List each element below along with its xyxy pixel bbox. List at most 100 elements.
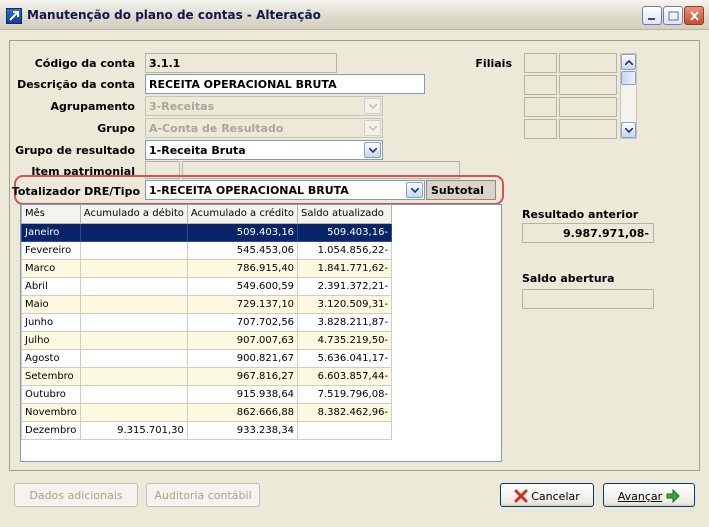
cell-debito [79, 402, 188, 422]
table-row[interactable]: Janeiro 509.403,16 509.403,16- [21, 222, 393, 242]
table-row[interactable]: Maio 729.137,10 3.120.509,31- [21, 294, 393, 314]
grupo-label: Grupo [97, 122, 135, 135]
cell-saldo: 8.382.462,96- [297, 402, 393, 422]
cell-credito: 900.821,67 [186, 348, 299, 368]
descricao-label: Descrição da conta [17, 78, 135, 91]
filial-name-2 [559, 75, 617, 95]
resultado-anterior-label: Resultado anterior [522, 208, 639, 221]
close-button[interactable] [684, 6, 704, 25]
filial-code-2 [524, 75, 557, 95]
app-icon [6, 8, 22, 24]
cell-credito: 862.666,88 [186, 402, 299, 422]
cell-credito: 967.816,27 [186, 366, 299, 386]
codigo-field: 3.1.1 [145, 53, 337, 73]
totalizador-value: 1-RECEITA OPERACIONAL BRUTA [149, 184, 349, 197]
minimize-button[interactable] [642, 6, 662, 25]
grupo-dropdown-icon [364, 120, 381, 136]
table-row[interactable]: Dezembro 9.315.701,30 933.238,34 [21, 420, 393, 440]
cell-mes: Dezembro [21, 420, 81, 440]
dados-adicionais-button[interactable]: Dados adicionais [14, 483, 138, 507]
cell-debito [79, 276, 188, 296]
cell-saldo: 4.735.219,50- [297, 330, 393, 350]
cell-credito: 933.238,34 [186, 420, 299, 440]
table-row[interactable]: Marco 786.915,40 1.841.771,62- [21, 258, 393, 278]
table-row[interactable]: Fevereiro 545.453,06 1.054.856,22- [21, 240, 393, 260]
cell-debito [79, 222, 188, 242]
filiais-label: Filiais [475, 57, 512, 70]
agrupamento-label: Agrupamento [50, 100, 135, 113]
totalizador-label: Totalizador DRE/Tipo [11, 185, 140, 198]
cell-credito: 907.007,63 [186, 330, 299, 350]
grupo-select: A-Conta de Resultado [145, 118, 383, 138]
avancar-button[interactable]: Avançar [603, 483, 695, 507]
auditoria-button[interactable]: Auditoria contábil [146, 483, 260, 507]
resultado-anterior-field: 9.987.971,08- [522, 223, 654, 243]
window-title: Manutenção do plano de contas - Alteraçã… [27, 8, 321, 22]
cancel-icon [514, 489, 528, 503]
table-row[interactable]: Junho 707.702,56 3.828.211,87- [21, 312, 393, 332]
maximize-button[interactable] [663, 6, 683, 25]
header-mes[interactable]: Mês [21, 205, 81, 224]
cell-mes: Setembro [21, 366, 81, 386]
cell-mes: Marco [21, 258, 81, 278]
totalizador-tipo: Subtotal [426, 180, 496, 200]
cell-debito [79, 330, 188, 350]
agrupamento-value: 3-Receitas [149, 100, 215, 113]
scroll-thumb[interactable] [621, 71, 636, 85]
cell-mes: Fevereiro [21, 240, 81, 260]
cell-credito: 915.938,64 [186, 384, 299, 404]
table-row[interactable]: Julho 907.007,63 4.735.219,50- [21, 330, 393, 350]
cell-saldo: 7.519.796,08- [297, 384, 393, 404]
cell-credito: 729.137,10 [186, 294, 299, 314]
saldo-abertura-label: Saldo abertura [522, 272, 615, 285]
title-bar: Manutenção do plano de contas - Alteraçã… [0, 0, 709, 30]
table-row[interactable]: Setembro 967.816,27 6.603.857,44- [21, 366, 393, 386]
cell-credito: 545.453,06 [186, 240, 299, 260]
cancelar-label: Cancelar [531, 490, 580, 503]
grupo-resultado-label: Grupo de resultado [15, 144, 135, 157]
filiais-scrollbar[interactable] [620, 53, 637, 139]
cell-debito: 9.315.701,30 [79, 420, 188, 440]
header-credito[interactable]: Acumulado a crédito [186, 205, 299, 224]
cell-saldo: 3.120.509,31- [297, 294, 393, 314]
cell-mes: Abril [21, 276, 81, 296]
filial-code-3 [524, 97, 557, 117]
table-row[interactable]: Novembro 862.666,88 8.382.462,96- [21, 402, 393, 422]
cell-debito [79, 240, 188, 260]
descricao-input[interactable]: RECEITA OPERACIONAL BRUTA [145, 74, 425, 94]
cell-saldo: 1.054.856,22- [297, 240, 393, 260]
grupo-resultado-select[interactable]: 1-Receita Bruta [145, 140, 383, 160]
grupo-resultado-value: 1-Receita Bruta [149, 144, 246, 157]
table-row[interactable]: Agosto 900.821,67 5.636.041,17- [21, 348, 393, 368]
scroll-down-icon[interactable] [621, 122, 636, 138]
cancelar-button[interactable]: Cancelar [500, 483, 594, 507]
scroll-up-icon[interactable] [621, 54, 636, 70]
cell-debito [79, 312, 188, 332]
monthly-grid[interactable]: Mês Acumulado a débito Acumulado a crédi… [20, 204, 502, 462]
cell-credito: 707.702,56 [186, 312, 299, 332]
cell-saldo: 509.403,16- [297, 222, 393, 242]
cell-credito: 509.403,16 [186, 222, 299, 242]
cell-debito [79, 294, 188, 314]
monthly-table: Mês Acumulado a débito Acumulado a crédi… [21, 205, 393, 440]
totalizador-dropdown-icon[interactable] [406, 182, 423, 198]
cell-debito [79, 366, 188, 386]
totalizador-select[interactable]: 1-RECEITA OPERACIONAL BRUTA [145, 180, 425, 200]
cell-saldo: 3.828.211,87- [297, 312, 393, 332]
cell-mes: Novembro [21, 402, 81, 422]
codigo-label: Código da conta [34, 57, 135, 70]
cell-debito [79, 384, 188, 404]
table-header-row: Mês Acumulado a débito Acumulado a crédi… [21, 205, 393, 224]
cell-saldo: 6.603.857,44- [297, 366, 393, 386]
filial-name-4 [559, 119, 617, 139]
table-row[interactable]: Abril 549.600,59 2.391.372,21- [21, 276, 393, 296]
table-row[interactable]: Outubro 915.938,64 7.519.796,08- [21, 384, 393, 404]
agrupamento-select: 3-Receitas [145, 96, 383, 116]
cell-credito: 549.600,59 [186, 276, 299, 296]
filial-code-4 [524, 119, 557, 139]
arrow-right-icon [666, 488, 680, 504]
cell-mes: Julho [21, 330, 81, 350]
header-saldo[interactable]: Saldo atualizado [297, 205, 393, 224]
header-debito[interactable]: Acumulado a débito [79, 205, 188, 224]
grupo-resultado-dropdown-icon[interactable] [364, 142, 381, 158]
